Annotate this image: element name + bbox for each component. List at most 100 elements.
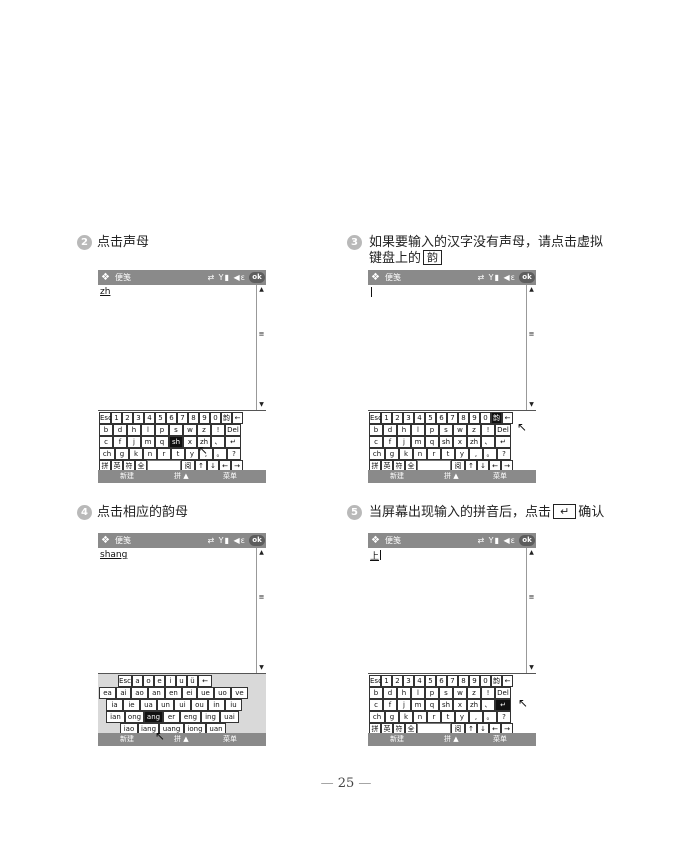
final-key-row2-0[interactable]: ea [99, 687, 116, 699]
key-row4-8[interactable]: 。 [483, 711, 497, 723]
key-row2-5[interactable]: s [169, 424, 183, 436]
menu-input-method[interactable]: 拼 ▲ [174, 734, 189, 745]
final-key-row1-1[interactable]: a [132, 675, 143, 687]
key-row2-9[interactable]: Del [225, 424, 241, 436]
key-row2-3[interactable]: l [411, 687, 425, 699]
key-row1-10[interactable]: 0 [480, 412, 491, 424]
windows-start-icon[interactable]: ❖ [371, 534, 380, 547]
key-row4-8[interactable]: 。 [213, 448, 227, 460]
final-key-row4-6[interactable]: uai [220, 711, 239, 723]
key-row1-6[interactable]: 6 [436, 675, 447, 687]
key-row4-6[interactable]: y [455, 448, 469, 460]
key-row3-2[interactable]: j [397, 699, 411, 711]
scroll-grip-icon[interactable]: ≡ [257, 330, 266, 338]
key-row1-8[interactable]: 8 [188, 412, 199, 424]
key-row1-0[interactable]: Esc [369, 412, 382, 424]
key-row4-3[interactable]: n [413, 448, 427, 460]
final-key-row3-0[interactable]: ia [106, 699, 123, 711]
key-row4-7[interactable]: , [469, 711, 483, 723]
final-key-row4-3[interactable]: er [163, 711, 180, 723]
key-row1-5[interactable]: 5 [425, 675, 436, 687]
key-row2-2[interactable]: h [397, 687, 411, 699]
scrollbar[interactable]: ▲ ≡ ▼ [526, 548, 536, 673]
key-row3-7[interactable]: zh [467, 436, 481, 448]
key-row2-1[interactable]: d [113, 424, 127, 436]
key-row1-6[interactable]: 6 [436, 412, 447, 424]
menu-new[interactable]: 新建 [390, 734, 404, 745]
key-row1-4[interactable]: 4 [414, 675, 425, 687]
key-row3-3[interactable]: m [141, 436, 155, 448]
key-row1-8[interactable]: 8 [458, 675, 469, 687]
key-row1-0[interactable]: Esc [369, 675, 382, 687]
key-row2-6[interactable]: w [453, 424, 467, 436]
key-row3-7[interactable]: zh [467, 699, 481, 711]
key-row3-2[interactable]: j [127, 436, 141, 448]
key-row2-3[interactable]: l [411, 424, 425, 436]
key-row1-6[interactable]: 6 [166, 412, 177, 424]
final-key-row1-0[interactable]: Esc [118, 675, 132, 687]
scroll-grip-icon[interactable]: ≡ [257, 593, 266, 601]
final-key-row3-7[interactable]: iu [225, 699, 242, 711]
key-row1-12[interactable]: ← [502, 675, 513, 687]
menu-menu[interactable]: 菜单 [223, 471, 237, 482]
key-row3-5[interactable]: sh [439, 699, 453, 711]
key-row3-1[interactable]: f [383, 436, 397, 448]
final-key-row3-1[interactable]: ie [123, 699, 140, 711]
menu-new[interactable]: 新建 [120, 734, 134, 745]
key-row2-9[interactable]: Del [495, 424, 511, 436]
final-key-row1-4[interactable]: i [165, 675, 176, 687]
key-row1-4[interactable]: 4 [144, 412, 155, 424]
key-row4-1[interactable]: g [385, 448, 399, 460]
final-key-row1-7[interactable]: ← [198, 675, 212, 687]
key-row4-5[interactable]: t [441, 711, 455, 723]
ok-button[interactable]: ok [249, 535, 265, 546]
key-row1-9[interactable]: 9 [199, 412, 210, 424]
key-row4-3[interactable]: n [413, 711, 427, 723]
final-key-row4-0[interactable]: ian [106, 711, 125, 723]
key-row4-5[interactable]: t [171, 448, 185, 460]
note-edit-area[interactable]: 上 [368, 548, 526, 673]
key-row3-6[interactable]: x [183, 436, 197, 448]
key-row2-0[interactable]: b [99, 424, 113, 436]
scrollbar[interactable]: ▲ ≡ ▼ [256, 285, 266, 410]
key-row3-6[interactable]: x [453, 699, 467, 711]
key-row3-9[interactable]: ↵ [495, 436, 511, 448]
scroll-up-icon[interactable]: ▲ [527, 286, 536, 294]
key-row1-7[interactable]: 7 [177, 412, 188, 424]
key-row2-1[interactable]: d [383, 687, 397, 699]
final-key-row2-5[interactable]: ei [182, 687, 197, 699]
note-edit-area[interactable] [368, 285, 526, 410]
scroll-down-icon[interactable]: ▼ [257, 401, 266, 409]
key-row2-7[interactable]: z [467, 687, 481, 699]
key-row2-3[interactable]: l [141, 424, 155, 436]
key-row1-5[interactable]: 5 [155, 412, 166, 424]
menu-menu[interactable]: 菜单 [223, 734, 237, 745]
key-row3-5[interactable]: sh [169, 436, 183, 448]
key-row3-4[interactable]: q [155, 436, 169, 448]
key-row2-6[interactable]: w [183, 424, 197, 436]
key-row4-9[interactable]: ? [497, 711, 511, 723]
windows-start-icon[interactable]: ❖ [101, 271, 110, 284]
final-key-row1-5[interactable]: u [176, 675, 187, 687]
key-row4-4[interactable]: r [157, 448, 171, 460]
key-row1-4[interactable]: 4 [414, 412, 425, 424]
key-row2-8[interactable]: ! [481, 687, 495, 699]
key-row3-2[interactable]: j [397, 436, 411, 448]
key-row4-1[interactable]: g [115, 448, 129, 460]
key-row4-5[interactable]: t [441, 448, 455, 460]
key-row1-9[interactable]: 9 [469, 675, 480, 687]
key-row1-1[interactable]: 1 [381, 675, 392, 687]
key-row3-9[interactable]: ↵ [225, 436, 241, 448]
final-key-row4-1[interactable]: ong [125, 711, 144, 723]
menu-input-method[interactable]: 拼 ▲ [444, 471, 459, 482]
key-row1-8[interactable]: 8 [458, 412, 469, 424]
scroll-down-icon[interactable]: ▼ [527, 401, 536, 409]
menu-input-method[interactable]: 拼 ▲ [444, 734, 459, 745]
key-row2-4[interactable]: p [155, 424, 169, 436]
key-row2-4[interactable]: p [425, 687, 439, 699]
final-key-row2-7[interactable]: uo [214, 687, 231, 699]
key-row3-4[interactable]: q [425, 699, 439, 711]
final-key-row3-5[interactable]: ou [191, 699, 208, 711]
menu-input-method[interactable]: 拼 ▲ [174, 471, 189, 482]
final-key-row3-3[interactable]: un [157, 699, 174, 711]
